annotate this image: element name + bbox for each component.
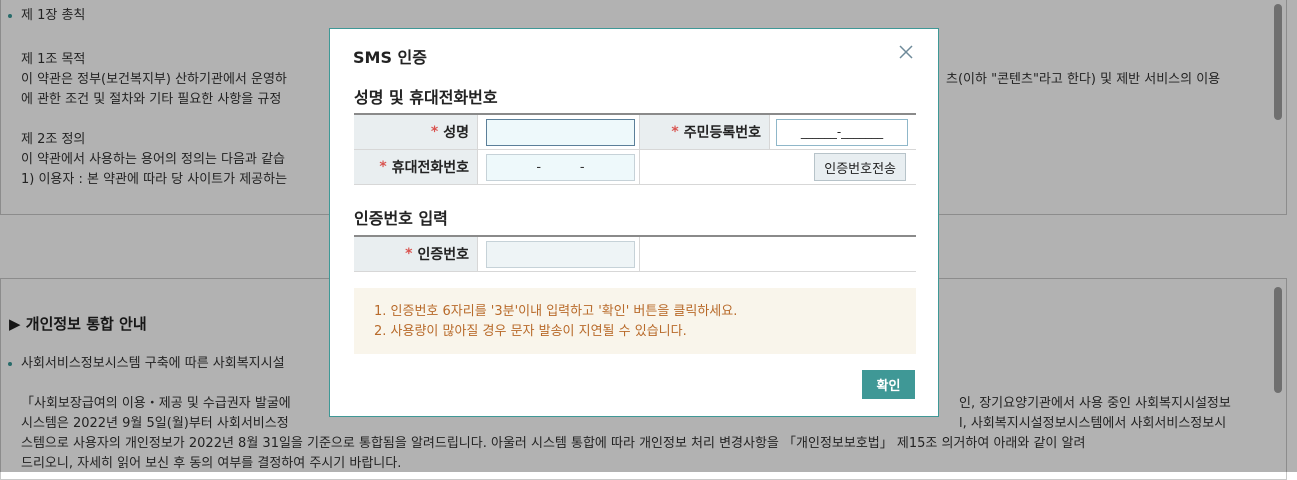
form-row-code: * 인증번호 xyxy=(354,237,916,272)
sms-auth-modal: SMS 인증 성명 및 휴대전화번호 * 성명 * 주민등록번호 ______-… xyxy=(329,28,939,417)
notice-box: 1. 인증번호 6자리를 '3분'이내 입력하고 '확인' 버튼을 클릭하세요.… xyxy=(354,288,916,354)
code-label-text: 인증번호 xyxy=(417,247,469,263)
section-name-phone-title: 성명 및 휴대전화번호 xyxy=(354,88,498,107)
code-input[interactable] xyxy=(486,240,635,268)
phone-separator: - xyxy=(536,159,542,175)
name-cell xyxy=(478,115,640,149)
phone-label-text: 휴대전화번호 xyxy=(391,160,469,176)
notice-line-1: 1. 인증번호 6자리를 '3분'이내 입력하고 '확인' 버튼을 클릭하세요. xyxy=(374,304,738,319)
phone-input[interactable]: - - xyxy=(486,153,635,181)
section-code-title: 인증번호 입력 xyxy=(354,209,448,228)
notice-line-2: 2. 사용량이 많아질 경우 문자 발송이 지연될 수 있습니다. xyxy=(374,324,687,339)
required-mark: * xyxy=(430,124,439,140)
close-icon xyxy=(899,45,913,59)
confirm-button[interactable]: 확인 xyxy=(862,370,915,399)
ssn-input[interactable] xyxy=(776,118,908,146)
ssn-label-text: 주민등록번호 xyxy=(683,125,761,141)
code-label: * 인증번호 xyxy=(354,237,478,271)
close-button[interactable] xyxy=(896,42,916,62)
form-row-phone: * 휴대전화번호 - - 인증번호전송 xyxy=(354,150,916,185)
ssn-label: * 주민등록번호 xyxy=(640,115,770,149)
name-label-text: 성명 xyxy=(443,125,469,141)
form-row-name-ssn: * 성명 * 주민등록번호 xyxy=(354,115,916,150)
phone-separator: - xyxy=(579,159,585,175)
code-form: * 인증번호 xyxy=(354,235,916,272)
ssn-cell xyxy=(770,115,916,149)
phone-label: * 휴대전화번호 xyxy=(354,150,478,184)
send-code-button[interactable]: 인증번호전송 xyxy=(814,153,906,181)
required-mark: * xyxy=(379,159,387,175)
required-mark: * xyxy=(405,246,413,262)
required-mark: * xyxy=(671,124,679,140)
code-cell xyxy=(478,237,640,271)
name-label: * 성명 xyxy=(354,115,478,149)
send-cell: 인증번호전송 xyxy=(640,150,916,184)
name-phone-form: * 성명 * 주민등록번호 * 휴대전화번호 - - xyxy=(354,113,916,185)
code-row-filler xyxy=(640,237,916,271)
modal-title: SMS 인증 xyxy=(353,48,427,67)
phone-cell: - - xyxy=(478,150,640,184)
name-input[interactable] xyxy=(486,118,635,146)
